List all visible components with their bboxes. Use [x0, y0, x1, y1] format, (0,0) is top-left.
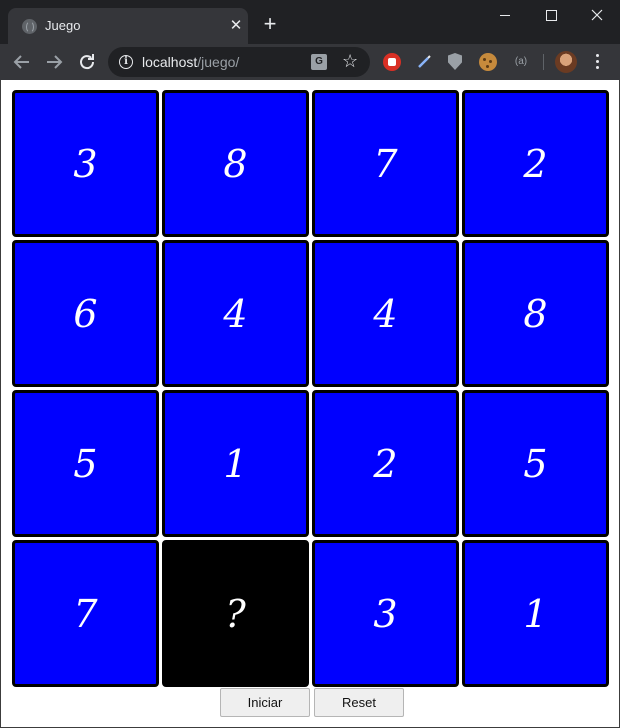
browser-titlebar: Juego ✕ + [0, 0, 620, 44]
game-controls: Iniciar Reset [1, 687, 620, 719]
url-text[interactable]: localhost/juego/ [142, 54, 239, 70]
card-tile[interactable]: 6 [12, 240, 159, 387]
star-icon[interactable]: ☆ [342, 50, 358, 72]
card-tile[interactable]: 3 [12, 90, 159, 237]
globe-icon [22, 19, 37, 34]
url-host: localhost [142, 54, 198, 70]
info-icon[interactable]: i [119, 55, 133, 69]
close-tab-icon[interactable]: ✕ [227, 17, 245, 35]
card-tile[interactable]: 8 [162, 90, 309, 237]
card-tile[interactable]: 2 [312, 390, 459, 537]
minimize-window-button[interactable] [482, 0, 528, 30]
arrow-left-icon [13, 55, 29, 69]
translate-icon[interactable]: G [311, 54, 327, 70]
profile-avatar[interactable] [555, 51, 577, 73]
game-board: 3 8 7 2 6 4 4 8 5 1 2 5 7? 3 1 [12, 90, 609, 688]
browser-tab[interactable]: Juego ✕ [8, 8, 248, 44]
url-path: /juego/ [197, 54, 240, 70]
pen-icon [418, 55, 431, 68]
shield-extension-icon[interactable] [448, 53, 462, 70]
start-button[interactable]: Iniciar [220, 688, 310, 717]
reload-icon [80, 54, 95, 70]
card-tile[interactable]: 1 [462, 540, 609, 687]
card-tile[interactable]: 4 [312, 240, 459, 387]
menu-dots-icon[interactable] [590, 53, 606, 71]
close-window-button[interactable] [574, 0, 620, 30]
close-icon [591, 9, 603, 21]
arrow-right-icon [47, 55, 63, 69]
back-button[interactable] [10, 50, 34, 74]
tab-title: Juego [45, 18, 81, 33]
card-tile[interactable]: 5 [12, 390, 159, 537]
forward-button[interactable] [42, 50, 66, 74]
card-tile[interactable]: 5 [462, 390, 609, 537]
hidden-card[interactable]: ? [162, 540, 309, 687]
cookie-extension-icon[interactable] [479, 53, 497, 71]
a-extension-icon[interactable]: (a) [510, 53, 532, 71]
reset-button[interactable]: Reset [314, 688, 404, 717]
maximize-window-button[interactable] [528, 0, 574, 30]
toolbar-divider [543, 54, 544, 70]
page-content: 3 8 7 2 6 4 4 8 5 1 2 5 7? 3 1 Iniciar Reset [0, 80, 620, 728]
card-tile[interactable]: 7 [12, 540, 159, 687]
pen-extension-icon[interactable] [415, 53, 433, 71]
card-tile[interactable]: 7 [312, 90, 459, 237]
new-tab-button[interactable]: + [259, 13, 281, 36]
stop-extension-icon[interactable] [383, 53, 401, 71]
browser-toolbar: i localhost/juego/ G ☆ (a) [0, 44, 620, 80]
address-bar[interactable]: i localhost/juego/ G ☆ [108, 47, 370, 77]
card-tile[interactable]: 4 [162, 240, 309, 387]
card-tile[interactable]: 8 [462, 240, 609, 387]
reload-button[interactable] [75, 50, 99, 74]
card-tile[interactable]: 1 [162, 390, 309, 537]
card-tile[interactable]: 2 [462, 90, 609, 237]
card-tile[interactable]: 3 [312, 540, 459, 687]
